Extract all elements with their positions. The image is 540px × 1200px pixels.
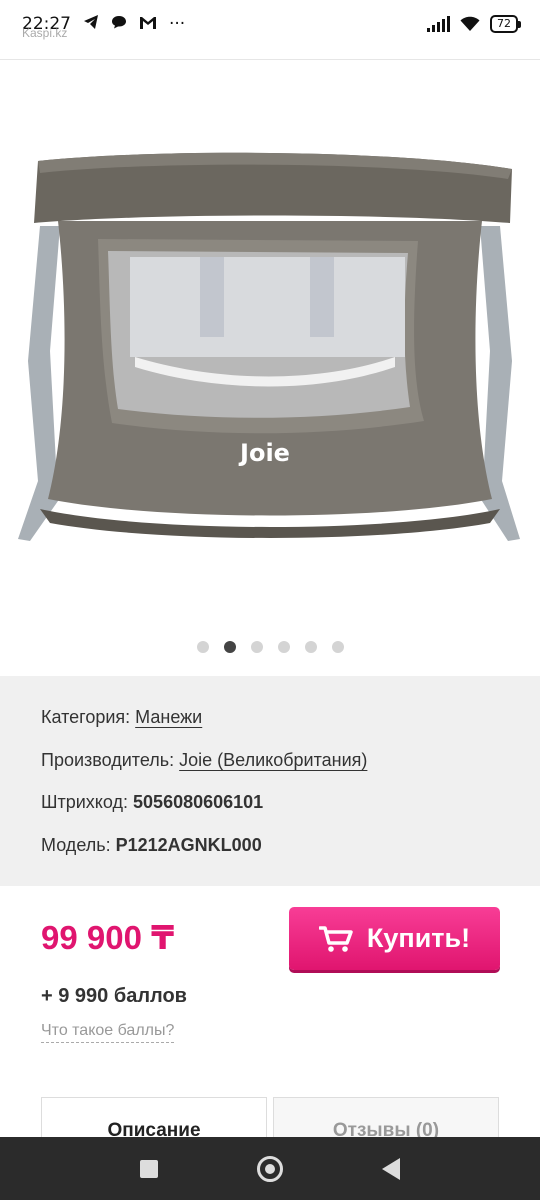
buy-button[interactable]: Купить! xyxy=(289,907,500,970)
bonus-points: + 9 990 баллов xyxy=(41,985,187,1007)
barcode-row: Штрихкод: 5056080606101 xyxy=(41,791,499,834)
tab-description[interactable]: Описание xyxy=(41,1097,267,1137)
nav-recents-icon[interactable] xyxy=(139,1159,158,1178)
barcode-label: Штрихкод: xyxy=(41,792,129,812)
header-strip xyxy=(0,48,540,60)
playpen-illustration: Joie xyxy=(18,152,520,541)
category-label: Категория: xyxy=(41,707,131,727)
gallery-dot[interactable] xyxy=(304,641,317,653)
nav-back-icon[interactable] xyxy=(382,1157,401,1180)
gallery-dot[interactable] xyxy=(331,641,344,653)
tab-reviews[interactable]: Отзывы (0) xyxy=(273,1097,499,1137)
gallery-dots[interactable] xyxy=(0,641,540,653)
nav-home-icon[interactable] xyxy=(256,1155,283,1182)
manufacturer-link[interactable]: Joie (Великобритания) xyxy=(179,750,367,770)
wifi-icon xyxy=(460,16,480,32)
cart-icon xyxy=(318,925,353,952)
gallery-dot[interactable] xyxy=(277,641,290,653)
product-tabs: Описание Отзывы (0) xyxy=(41,1097,499,1137)
model-label: Модель: xyxy=(41,834,111,855)
price: 99 900 ₸ xyxy=(41,919,175,956)
signal-icon xyxy=(427,16,450,32)
category-link[interactable]: Манежи xyxy=(135,707,202,727)
telegram-icon xyxy=(83,14,99,34)
system-nav-bar xyxy=(0,1137,540,1200)
gmail-icon xyxy=(139,15,157,34)
gallery-dot[interactable] xyxy=(196,641,209,653)
gallery-dot-active[interactable] xyxy=(223,641,236,653)
model-row: Модель: P1212AGNKL000 xyxy=(41,834,499,877)
gallery-dot[interactable] xyxy=(250,641,263,653)
manufacturer-row: Производитель: Joie (Великобритания) xyxy=(41,749,499,792)
overlay-tag: Kaspi.kz xyxy=(22,26,68,40)
product-info-panel: Категория: Манежи Производитель: Joie (В… xyxy=(0,676,540,886)
buy-label: Купить! xyxy=(366,923,471,953)
bonus-help-link[interactable]: Что такое баллы? xyxy=(41,1022,175,1043)
model-value: P1212AGNKL000 xyxy=(115,834,262,855)
battery-icon: 72 xyxy=(490,15,521,33)
more-icon: ··· xyxy=(169,14,186,34)
product-image[interactable]: Joie xyxy=(0,61,540,676)
status-right: 72 xyxy=(427,15,521,33)
status-bar: 22:27 ··· Kaspi.kz 72 xyxy=(0,0,540,48)
chat-icon xyxy=(111,14,127,34)
category-row: Категория: Манежи xyxy=(41,706,499,749)
barcode-value: 5056080606101 xyxy=(133,792,264,812)
brand-logo: Joie xyxy=(238,439,290,467)
manufacturer-label: Производитель: xyxy=(41,749,175,770)
